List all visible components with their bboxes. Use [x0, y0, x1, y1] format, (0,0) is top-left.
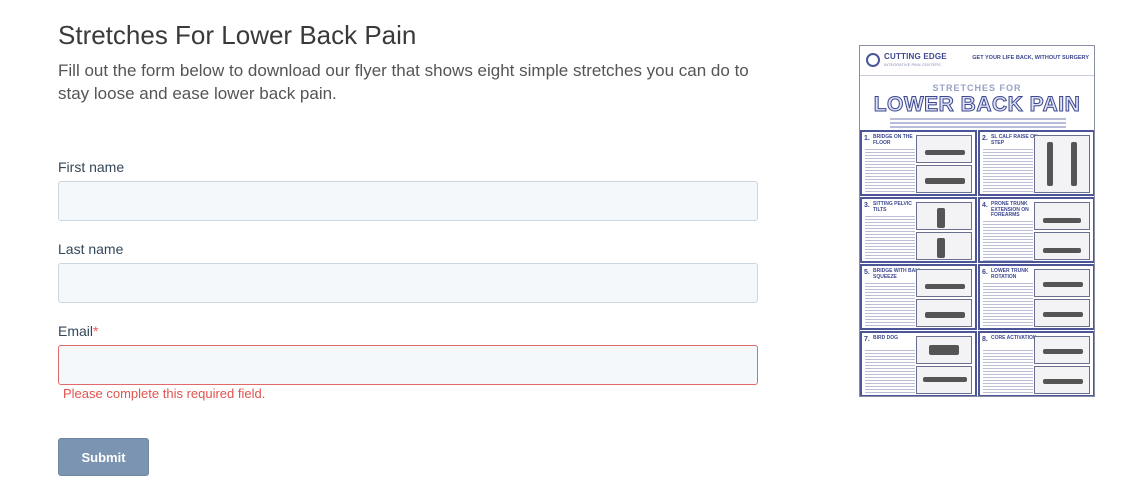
stretch-illustration: [1034, 299, 1090, 327]
flyer-brand: CUTTING EDGE: [884, 52, 947, 61]
submit-button[interactable]: Submit: [58, 438, 149, 476]
email-error-message: Please complete this required field.: [63, 386, 266, 401]
stretch-illustration: [1034, 366, 1090, 394]
stretch-number: 1.: [864, 135, 870, 142]
stretch-cell: 7. BIRD DOG: [860, 331, 977, 396]
stretch-number: 6.: [982, 269, 988, 276]
flyer-heading-big: LOWER BACK PAIN: [873, 93, 1081, 117]
stretch-text: [865, 149, 915, 194]
stretch-text: [983, 221, 1033, 261]
stretch-text: [983, 149, 1033, 194]
stretch-cell: 5. BRIDGE WITH BALL SQUEEZE: [860, 264, 977, 330]
stretch-illustration: [916, 202, 972, 230]
stretch-illustration: [916, 336, 972, 364]
flyer-intro-line: [890, 126, 1066, 128]
stretch-cell: 4. PRONE TRUNK EXTENSION ON FOREARMS: [978, 197, 1094, 263]
email-label: Email*: [58, 323, 99, 339]
stretch-number: 3.: [864, 202, 870, 209]
stretch-text: [865, 283, 915, 328]
stretch-illustration: [1034, 336, 1090, 364]
flyer-intro-line: [890, 118, 1066, 120]
stretch-number: 4.: [982, 202, 988, 209]
stretch-text: [865, 350, 915, 395]
flyer-tagline: GET YOUR LIFE BACK, WITHOUT SURGERY: [972, 55, 1089, 61]
page-title: Stretches For Lower Back Pain: [58, 20, 417, 50]
stretch-cell: 2. SL CALF RAISE ON STEP: [978, 130, 1094, 196]
flyer-brand-sub: INTEGRATIVE PAIN CENTERS: [884, 62, 941, 67]
stretch-illustration: [916, 366, 972, 394]
last-name-input[interactable]: [58, 263, 758, 303]
first-name-input[interactable]: [58, 181, 758, 221]
stretch-illustration: [1034, 202, 1090, 230]
stretch-text: [865, 216, 915, 261]
stretch-text: [983, 283, 1033, 328]
brand-logo-icon: [866, 53, 880, 67]
stretch-cell: 1. BRIDGE ON THE FLOOR: [860, 130, 977, 196]
flyer-heading-small: STRETCHES FOR: [932, 83, 1022, 93]
stretch-illustration: [916, 165, 972, 193]
stretch-illustration: [916, 299, 972, 327]
stretch-illustration: [916, 135, 972, 163]
required-marker: *: [93, 323, 99, 339]
stretch-number: 8.: [982, 336, 988, 343]
first-name-label: First name: [58, 159, 125, 175]
stretch-illustration: [916, 269, 972, 297]
stretch-text: [983, 350, 1033, 395]
stretch-number: 5.: [864, 269, 870, 276]
flyer-header: CUTTING EDGE INTEGRATIVE PAIN CENTERS GE…: [860, 46, 1094, 76]
page-description: Fill out the form below to download our …: [58, 61, 749, 103]
stretch-number: 7.: [864, 336, 870, 343]
last-name-label: Last name: [58, 241, 124, 257]
stretch-illustration: [916, 232, 972, 260]
stretch-number: 2.: [982, 135, 988, 142]
flyer-intro-line: [890, 122, 1066, 124]
stretch-cell: 3. SITTING PELVIC TILTS: [860, 197, 977, 263]
stretch-cell: 6. LOWER TRUNK ROTATION: [978, 264, 1094, 330]
flyer-preview-image: CUTTING EDGE INTEGRATIVE PAIN CENTERS GE…: [859, 45, 1095, 397]
stretch-cell: 8. CORE ACTIVATION: [978, 331, 1094, 396]
stretch-illustration: [1034, 232, 1090, 260]
email-input[interactable]: [58, 345, 758, 385]
stretch-illustration: [1034, 135, 1090, 193]
stretch-illustration: [1034, 269, 1090, 297]
